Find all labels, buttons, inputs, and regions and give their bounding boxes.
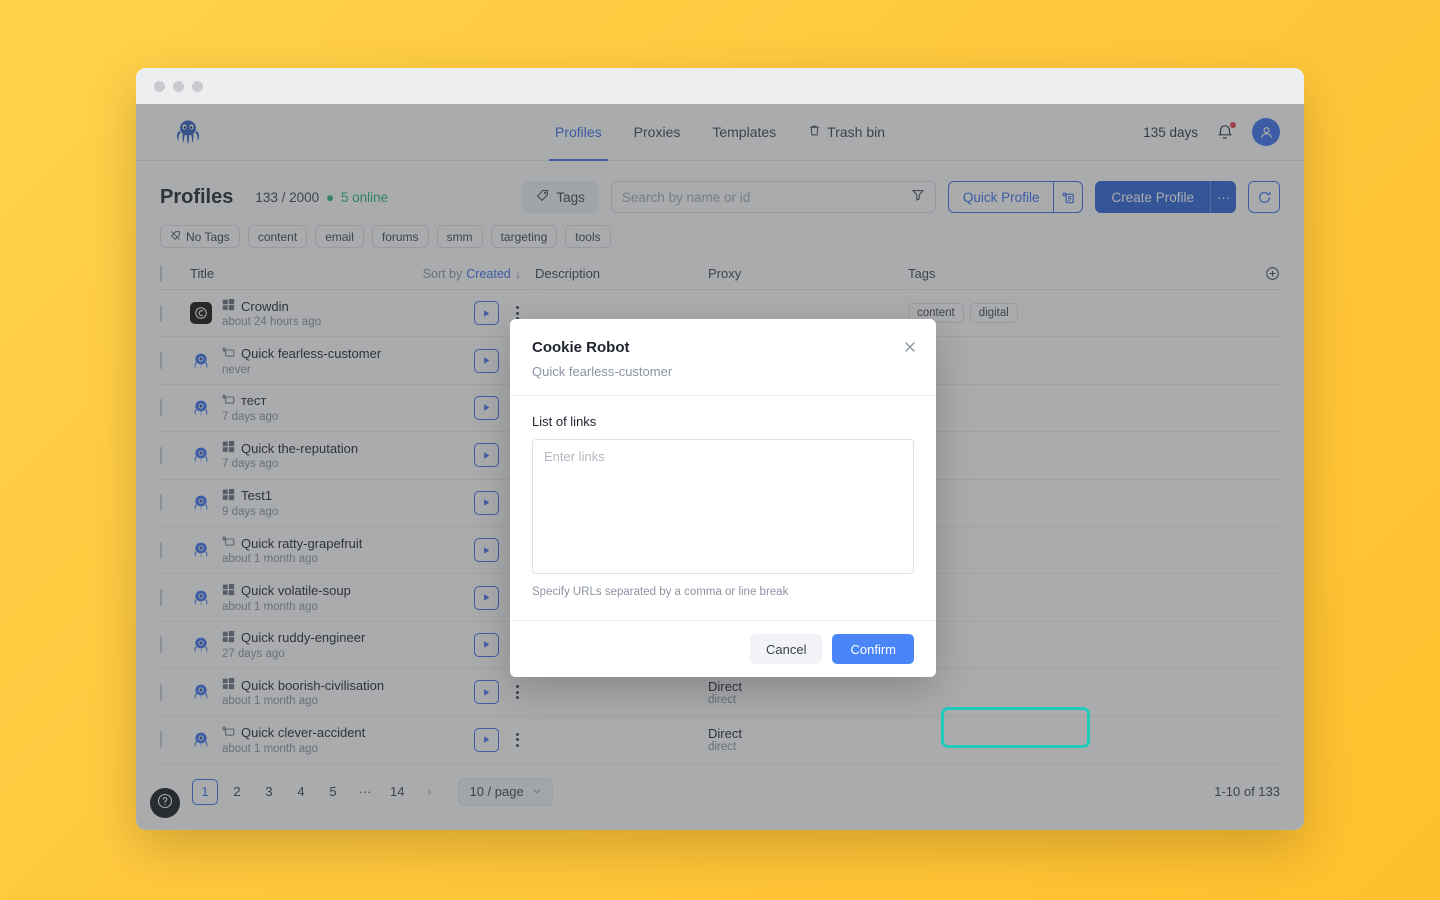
window-minimize-dot[interactable] <box>173 81 184 92</box>
list-of-links-textarea[interactable] <box>532 439 914 574</box>
window-titlebar <box>136 68 1304 104</box>
modal-title: Cookie Robot <box>532 339 914 356</box>
window-maximize-dot[interactable] <box>192 81 203 92</box>
modal-subtitle: Quick fearless-customer <box>532 364 914 379</box>
list-of-links-label: List of links <box>532 414 914 429</box>
browser-window: Profiles Proxies Templates Trash bin <box>136 68 1304 830</box>
links-hint-text: Specify URLs separated by a comma or lin… <box>532 586 914 598</box>
confirm-button[interactable]: Confirm <box>832 634 914 664</box>
modal-header: Cookie Robot Quick fearless-customer <box>510 319 936 396</box>
modal-footer: Cancel Confirm <box>510 620 936 677</box>
app-content: Profiles Proxies Templates Trash bin <box>136 104 1304 830</box>
window-close-dot[interactable] <box>154 81 165 92</box>
close-icon[interactable] <box>902 339 918 355</box>
modal-body: List of links Specify URLs separated by … <box>510 396 936 620</box>
cookie-robot-modal: Cookie Robot Quick fearless-customer Lis… <box>510 319 936 677</box>
cancel-button[interactable]: Cancel <box>750 634 822 664</box>
